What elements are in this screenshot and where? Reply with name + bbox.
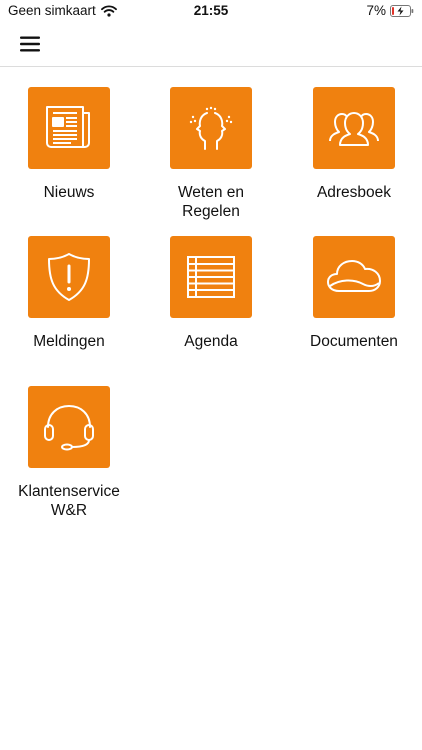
tile-meldingen[interactable]: Meldingen <box>9 236 129 351</box>
tile-documenten-label: Documenten <box>310 333 398 350</box>
tile-agenda[interactable]: Agenda <box>151 236 271 351</box>
shield-alert-icon <box>48 253 90 301</box>
navigation-bar <box>0 22 422 67</box>
headset-icon <box>44 405 94 451</box>
battery-charging-icon <box>390 4 414 17</box>
tile-klantenservice-icon-box <box>28 386 110 468</box>
tile-adresboek-icon-box <box>313 87 395 169</box>
newspaper-icon <box>46 106 90 148</box>
tile-meldingen-icon-box <box>28 236 110 318</box>
tile-nieuws[interactable]: Nieuws <box>9 87 129 202</box>
hamburger-menu-icon <box>20 36 40 52</box>
tile-agenda-icon-box <box>170 236 252 318</box>
tile-klantenservice[interactable]: Klantenservice W&R <box>9 386 129 520</box>
tile-klantenservice-label: Klantenservice W&R <box>18 483 120 519</box>
battery-percent: 7% <box>366 3 386 18</box>
tile-nieuws-icon-box <box>28 87 110 169</box>
tile-adresboek[interactable]: Adresboek <box>294 87 414 202</box>
two-faces-icon <box>189 106 233 150</box>
tile-weten-en-regelen[interactable]: Weten en Regelen <box>151 87 271 221</box>
list-table-icon <box>187 256 235 298</box>
battery-status: 7% <box>366 3 414 18</box>
tile-weten-label: Weten en Regelen <box>177 184 245 220</box>
tile-nieuws-label: Nieuws <box>43 184 95 201</box>
tile-meldingen-label: Meldingen <box>33 333 105 350</box>
menu-button[interactable] <box>20 36 40 52</box>
clock: 21:55 <box>193 3 229 18</box>
tile-documenten-icon-box <box>313 236 395 318</box>
tile-agenda-label: Agenda <box>184 333 238 350</box>
tile-weten-icon-box <box>170 87 252 169</box>
status-bar: Geen simkaart 21:55 7% <box>0 0 422 22</box>
tile-documenten[interactable]: Documenten <box>294 236 414 351</box>
cloud-icon <box>327 260 381 292</box>
people-group-icon <box>329 112 379 146</box>
tile-adresboek-label: Adresboek <box>316 184 392 201</box>
